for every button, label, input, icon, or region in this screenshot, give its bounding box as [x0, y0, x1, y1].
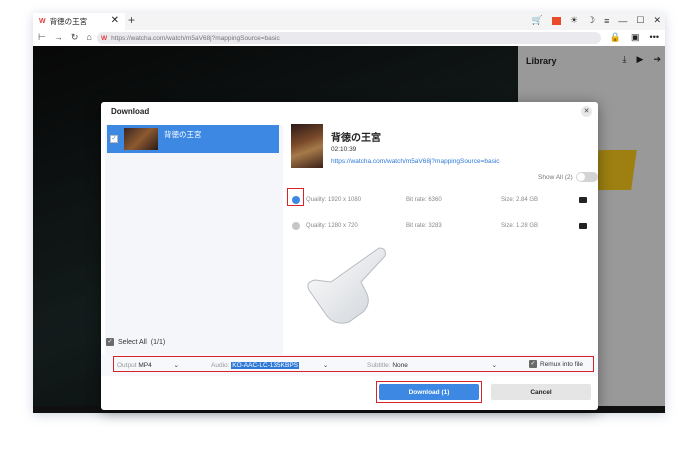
video-poster	[291, 124, 323, 168]
forward-icon[interactable]: →	[54, 32, 63, 43]
maximize-icon[interactable]: ☐	[636, 15, 644, 26]
highlight-options-box	[113, 356, 594, 372]
nav-buttons: ⊢ → ↻ ⌂	[38, 32, 92, 43]
bitrate-label: Bit rate: 3283	[406, 223, 442, 229]
cancel-button[interactable]: Cancel	[491, 384, 591, 400]
item-title: 背徳の王宮	[164, 129, 202, 139]
moon-icon[interactable]: ☽	[587, 15, 595, 26]
browser-window: W 背徳の王宮 ✕ + 🛒 ☀ ☽ ≡ — ☐ ✕ ⊢ → ↻ ⌂ W http…	[33, 13, 665, 413]
show-all-label: Show All (2)	[538, 173, 573, 181]
dialog-title: Download	[111, 107, 150, 116]
quality-label: Quality: 1920 x 1080	[306, 197, 362, 203]
back-icon[interactable]: ⊢	[38, 32, 46, 43]
quality-row[interactable]: Quality: 1280 x 720 Bit rate: 3283 Size:…	[291, 220, 591, 234]
content-area: Library ⤓ ▶ ➔ Download ✕ ✓ 背徳の王宮 ✓ Selec…	[33, 46, 665, 413]
url-text: https://watcha.com/watch/m5aV68j?mapping…	[111, 34, 280, 42]
reload-icon[interactable]: ↻	[71, 32, 79, 43]
cart-icon[interactable]: 🛒	[532, 15, 543, 26]
video-list: ✓ 背徳の王宮	[105, 125, 283, 356]
select-count: (1/1)	[150, 338, 166, 346]
quality-radio[interactable]	[292, 222, 300, 230]
show-all: Show All (2)	[538, 172, 598, 182]
select-all-label: Select All	[118, 338, 147, 346]
browser-tab[interactable]: W 背徳の王宮 ✕	[33, 13, 125, 30]
close-tab-icon[interactable]: ✕	[111, 15, 119, 26]
list-item[interactable]: ✓ 背徳の王宮	[107, 125, 279, 153]
tab-bar: W 背徳の王宮 ✕ + 🛒 ☀ ☽ ≡ — ☐ ✕	[33, 13, 665, 30]
minimize-icon[interactable]: —	[618, 16, 627, 26]
item-checkbox[interactable]: ✓	[110, 135, 118, 143]
tab-title: 背徳の王宮	[49, 17, 88, 26]
gift-icon[interactable]	[551, 16, 561, 25]
highlight-radio-box	[287, 188, 304, 206]
address-actions: 🔒 ▣ •••	[610, 32, 659, 43]
quality-row[interactable]: Quality: 1920 x 1080 Bit rate: 6360 Size…	[291, 194, 591, 208]
pointer-hand-icon	[307, 247, 386, 324]
dialog-close-icon[interactable]: ✕	[581, 106, 592, 117]
theme-icon[interactable]: ☀	[570, 15, 578, 26]
new-tab-button[interactable]: +	[128, 13, 135, 27]
size-label: Size: 2.84 GB	[501, 197, 539, 203]
item-thumbnail	[124, 128, 158, 150]
quality-label: Quality: 1280 x 720	[306, 223, 358, 229]
menu-icon[interactable]: ≡	[604, 16, 609, 26]
home-icon[interactable]: ⌂	[86, 32, 91, 43]
site-icon: W	[101, 34, 108, 42]
bitrate-label: Bit rate: 6360	[406, 197, 442, 203]
watcha-logo-icon: W	[39, 18, 46, 25]
select-all[interactable]: ✓ Select All (1/1)	[106, 338, 165, 346]
window-controls: 🛒 ☀ ☽ ≡ — ☐ ✕	[532, 15, 661, 26]
select-all-checkbox[interactable]: ✓	[106, 338, 114, 346]
size-label: Size: 1.28 GB	[501, 223, 539, 229]
lock-icon[interactable]: 🔒	[610, 32, 621, 43]
youtube-icon	[579, 197, 587, 203]
show-all-toggle[interactable]	[575, 172, 598, 182]
address-bar: ⊢ → ↻ ⌂ W https://watcha.com/watch/m5aV6…	[33, 30, 665, 46]
highlight-download-box	[376, 381, 482, 403]
close-window-icon[interactable]: ✕	[653, 15, 661, 26]
video-duration: 02:10:39	[331, 146, 357, 153]
download-dialog: Download ✕ ✓ 背徳の王宮 ✓ Select All (1/1) 背徳…	[101, 102, 598, 410]
video-url[interactable]: https://watcha.com/watch/m5aV68j?mapping…	[331, 158, 500, 165]
youtube-icon	[579, 223, 587, 229]
video-title: 背徳の王宮	[331, 133, 381, 144]
url-input[interactable]: W https://watcha.com/watch/m5aV68j?mappi…	[97, 32, 601, 44]
download-lock-icon[interactable]: ▣	[631, 32, 640, 43]
more-icon[interactable]: •••	[650, 32, 659, 43]
